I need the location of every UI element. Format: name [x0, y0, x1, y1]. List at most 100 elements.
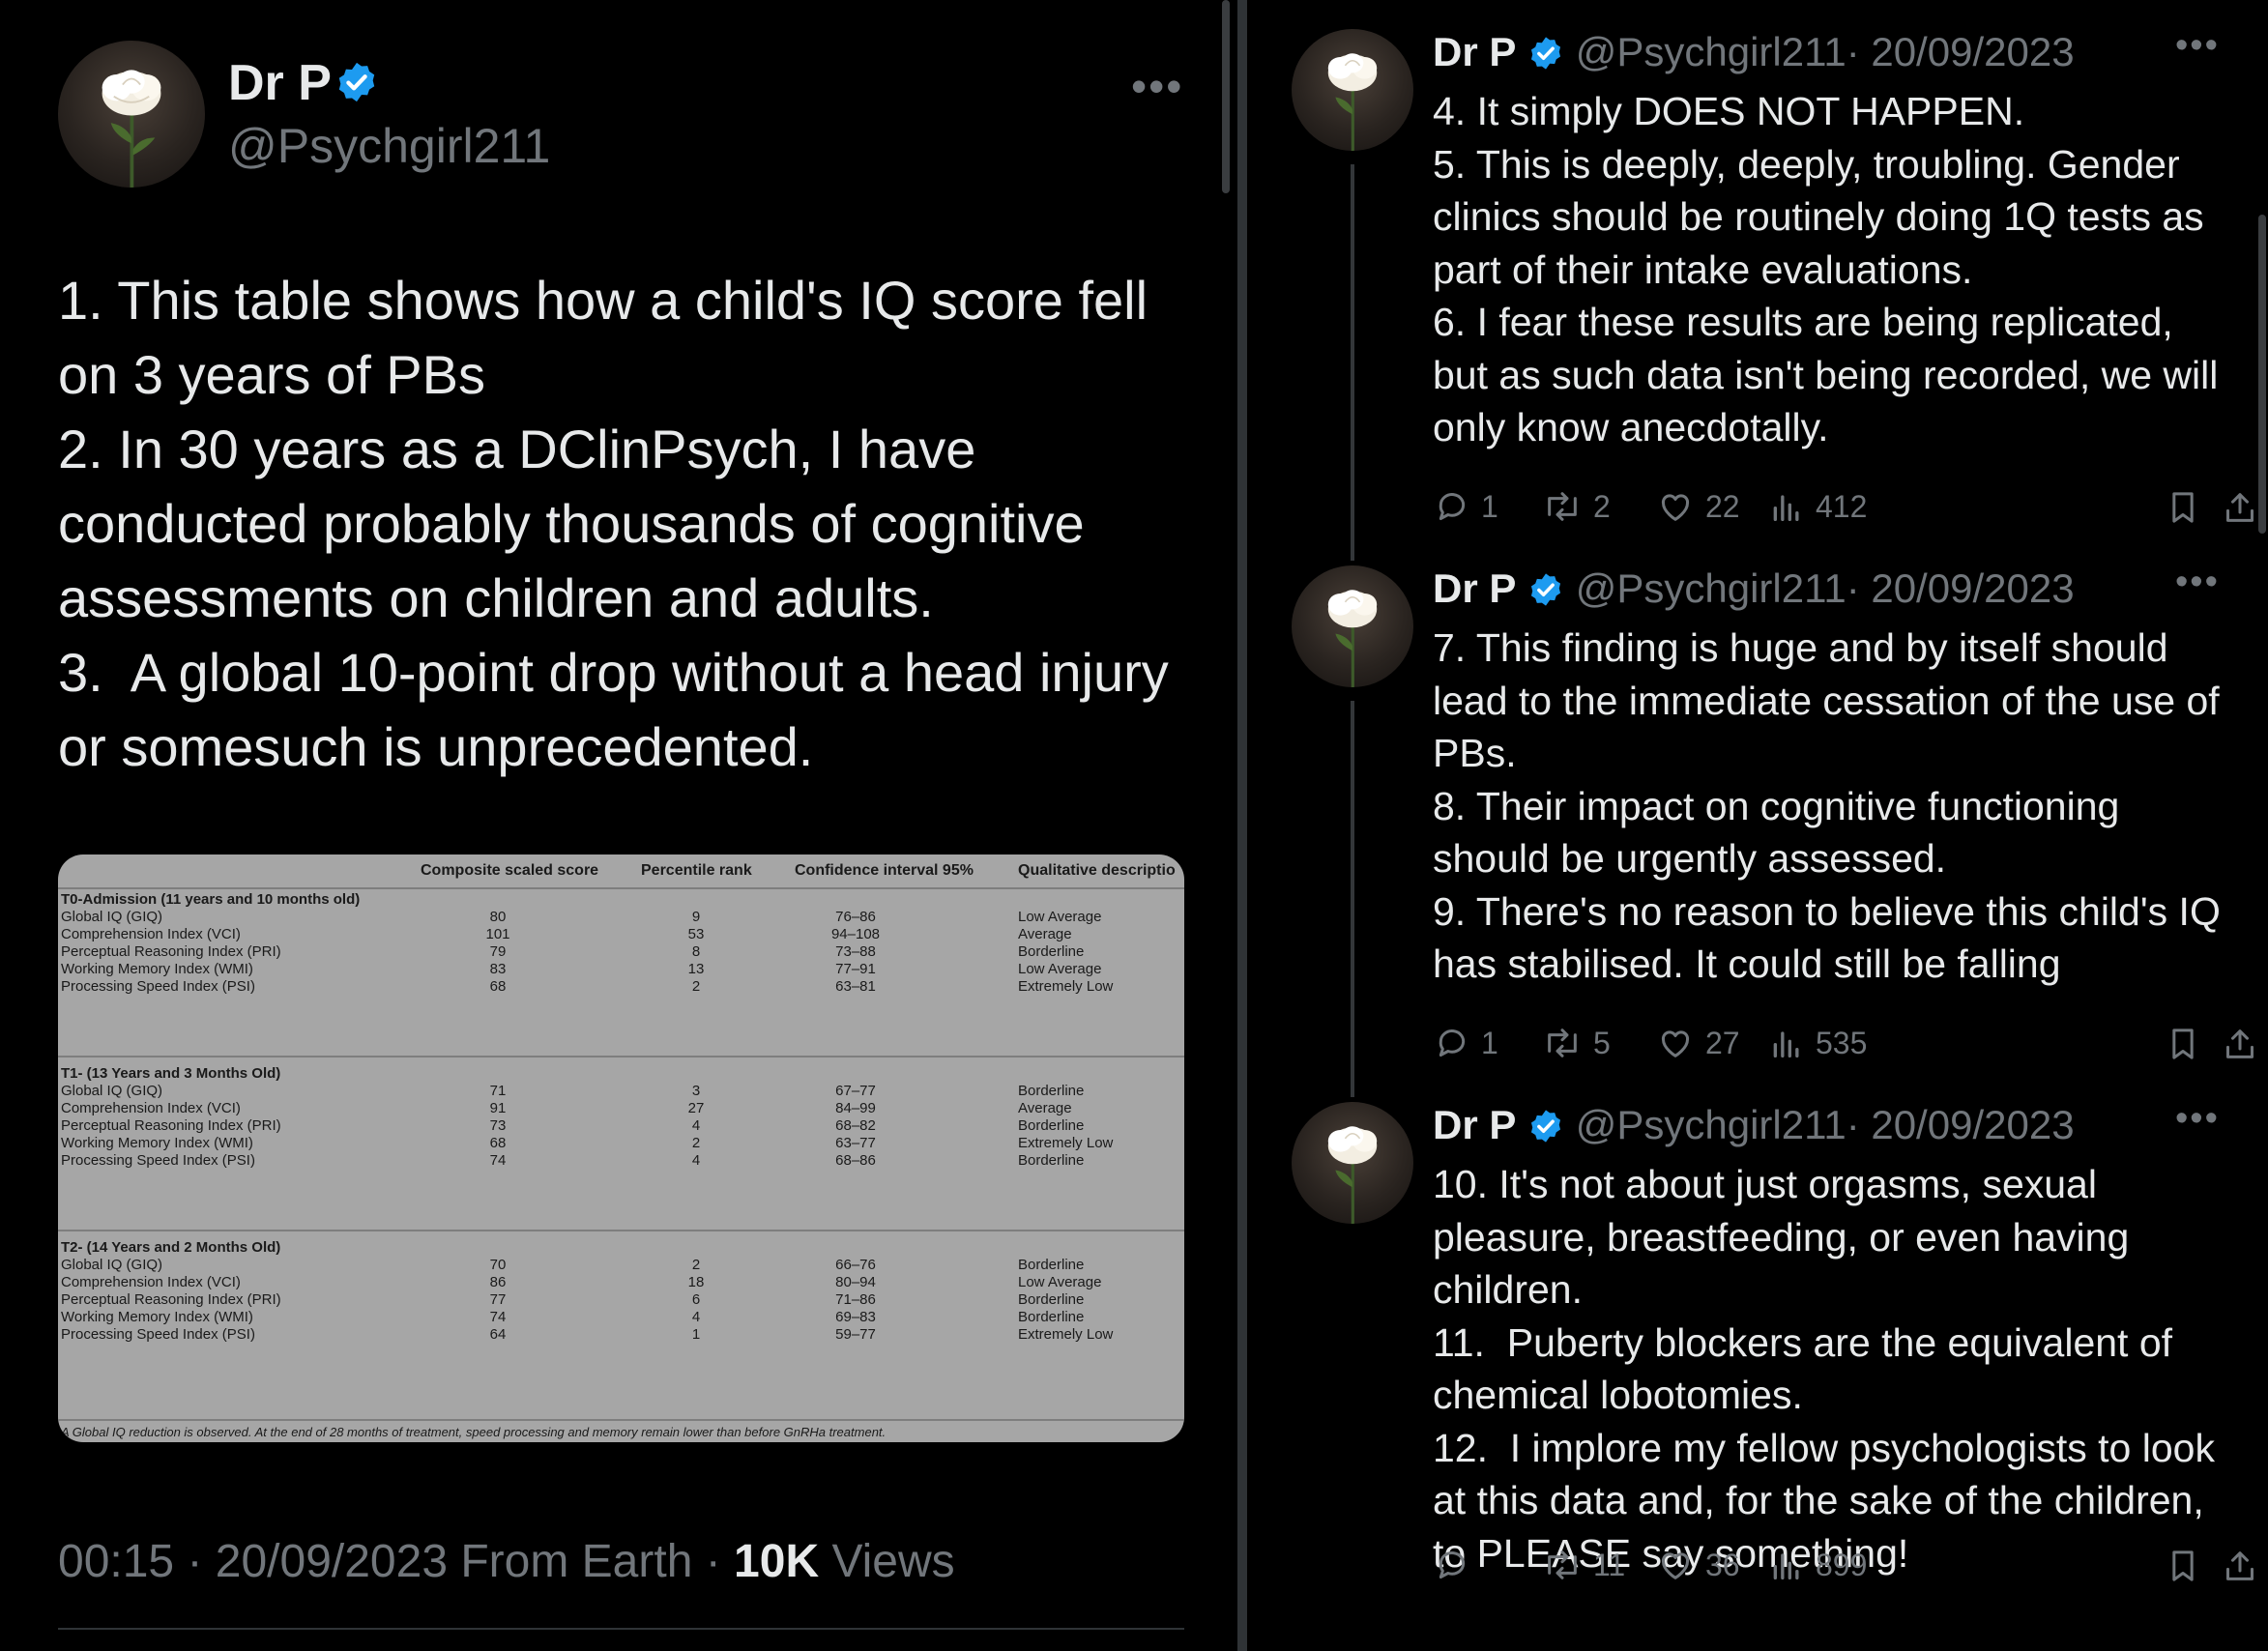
author-name[interactable]: Dr P	[1433, 1102, 1516, 1147]
reply-count: 1	[1481, 488, 1498, 524]
more-icon[interactable]: •••	[1131, 60, 1183, 112]
table-divider	[58, 1230, 1184, 1231]
reply-text: 10. It's not about just orgasms, sexual …	[1433, 1162, 2215, 1576]
table-section-title: T2- (14 Years and 2 Months Old)	[61, 1239, 281, 1256]
left-scrollbar[interactable]	[1222, 0, 1230, 193]
reply-icon	[1439, 1551, 1466, 1579]
table-cell: 71–86	[835, 1291, 876, 1308]
reply-text: 7. This finding is huge and by itself sh…	[1433, 625, 2221, 986]
tweet-meta: 00:15 · 20/09/2023 From Earth · 10K View…	[58, 1535, 955, 1588]
bookmark-action[interactable]	[2164, 1024, 2212, 1064]
table-cell: 13	[687, 961, 705, 977]
table-cell: Working Memory Index (WMI)	[61, 1135, 253, 1151]
share-icon	[2226, 493, 2253, 522]
like-icon	[1661, 1030, 1690, 1057]
more-icon[interactable]: •••	[2175, 25, 2220, 67]
repost-action[interactable]: 11	[1541, 1546, 1625, 1584]
table-cell: Global IQ (GIQ)	[61, 909, 163, 925]
author-handle[interactable]: @Psychgirl211	[1576, 1102, 1846, 1147]
views-action[interactable]: 899	[1767, 1546, 1867, 1584]
reply-header: Dr P @Psychgirl211· 20/09/2023	[1433, 29, 2075, 75]
reply-action[interactable]	[1433, 1546, 1481, 1584]
divider	[58, 1628, 1184, 1630]
repost-icon	[1548, 1550, 1577, 1579]
reply-action[interactable]: 1	[1433, 1024, 1498, 1062]
table-cell: 67–77	[835, 1083, 876, 1099]
author-name[interactable]: Dr P	[1433, 29, 1516, 74]
reply-text: 4. It simply DOES NOT HAPPEN. 5. This is…	[1433, 89, 2219, 449]
author-name[interactable]: Dr P	[228, 54, 332, 112]
table-cell: 4	[691, 1309, 701, 1325]
table-cell: 4	[691, 1117, 701, 1134]
like-action[interactable]: 27	[1655, 1024, 1740, 1062]
thread-connector	[1351, 164, 1354, 561]
table-cell: 64	[489, 1326, 507, 1343]
right-scrollbar[interactable]	[2258, 215, 2266, 534]
author-avatar[interactable]	[1292, 29, 1413, 151]
more-icon[interactable]: •••	[2175, 1098, 2220, 1140]
tweet-timestamp[interactable]: 00:15 · 20/09/2023 From Earth ·	[58, 1536, 734, 1587]
repost-count: 5	[1593, 1025, 1611, 1060]
repost-action[interactable]: 2	[1541, 487, 1611, 526]
author-handle[interactable]: @Psychgirl211	[1576, 565, 1846, 611]
author-avatar[interactable]	[1292, 1102, 1413, 1224]
table-cell: Processing Speed Index (PSI)	[61, 978, 255, 995]
table-cell: 3	[691, 1083, 701, 1099]
table-divider	[58, 887, 1184, 889]
bookmark-action[interactable]	[2164, 487, 2212, 528]
share-action[interactable]	[2221, 1024, 2268, 1064]
bookmark-icon	[2172, 1550, 2194, 1581]
table-section-title: T1- (13 Years and 3 Months Old)	[61, 1065, 281, 1082]
table-cell: Working Memory Index (WMI)	[61, 1309, 253, 1325]
author-name[interactable]: Dr P	[1433, 565, 1516, 611]
reply-date[interactable]: · 20/09/2023	[1846, 1102, 2075, 1147]
like-action[interactable]: 22	[1655, 487, 1740, 526]
table-footnote: A Global IQ reduction is observed. At th…	[61, 1425, 887, 1439]
reply-date[interactable]: · 20/09/2023	[1846, 29, 2075, 74]
table-cell: 2	[691, 1257, 701, 1273]
more-icon[interactable]: •••	[2175, 562, 2220, 603]
table-cell: 76–86	[835, 909, 876, 925]
table-cell: Extremely Low	[1018, 978, 1114, 995]
reply-date[interactable]: · 20/09/2023	[1846, 565, 2075, 611]
table-cell: Perceptual Reasoning Index (PRI)	[61, 943, 281, 960]
attached-table-image[interactable]: Composite scaled score Percentile rank C…	[58, 854, 1184, 1442]
repost-count: 2	[1593, 488, 1611, 524]
author-handle[interactable]: @Psychgirl211	[228, 118, 550, 174]
table-header: Composite scaled score	[421, 862, 599, 879]
views-action[interactable]: 412	[1767, 487, 1867, 526]
table-cell: Borderline	[1018, 1083, 1085, 1099]
share-action[interactable]	[2221, 487, 2268, 528]
author-avatar[interactable]	[58, 41, 205, 188]
table-cell: Borderline	[1018, 1117, 1085, 1134]
table-cell: 74	[489, 1152, 507, 1169]
table-cell: Global IQ (GIQ)	[61, 1257, 163, 1273]
table-cell: 80–94	[835, 1274, 876, 1290]
table-cell: Extremely Low	[1018, 1135, 1114, 1151]
table-cell: Perceptual Reasoning Index (PRI)	[61, 1117, 281, 1134]
table-cell: 1	[691, 1326, 701, 1343]
verified-badge-icon	[1527, 1102, 1564, 1147]
tweet-text: 1. This table shows how a child's IQ sco…	[58, 270, 1169, 777]
share-action[interactable]	[2221, 1546, 2268, 1586]
table-cell: 80	[489, 909, 507, 925]
table-cell: 73	[489, 1117, 507, 1134]
bookmark-action[interactable]	[2164, 1546, 2212, 1586]
action-bar: 1 2 22 412	[1433, 487, 2254, 536]
author-handle[interactable]: @Psychgirl211	[1576, 29, 1846, 74]
like-action[interactable]: 36	[1655, 1546, 1740, 1584]
views-count: 412	[1816, 488, 1868, 524]
table-cell: 77–91	[835, 961, 876, 977]
repost-action[interactable]: 5	[1541, 1024, 1611, 1062]
table-cell: Average	[1018, 1100, 1072, 1116]
table-cell: 91	[489, 1100, 507, 1116]
views-action[interactable]: 535	[1767, 1024, 1867, 1062]
author-avatar[interactable]	[1292, 565, 1413, 687]
verified-badge-icon	[1527, 29, 1564, 74]
reply-action[interactable]: 1	[1433, 487, 1498, 526]
rose-image	[1327, 590, 1378, 687]
table-cell: 2	[691, 978, 701, 995]
table-cell: Extremely Low	[1018, 1326, 1114, 1343]
action-bar: 1 5 27 535	[1433, 1024, 2254, 1072]
table-cell: 68–86	[835, 1152, 876, 1169]
